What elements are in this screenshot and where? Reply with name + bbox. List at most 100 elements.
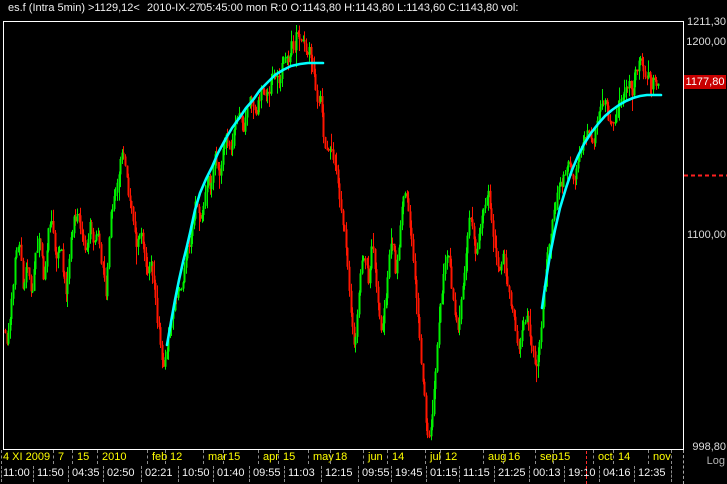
- axis-separator: [33, 466, 34, 482]
- date-tick-label: mar: [208, 451, 227, 463]
- date-tick-label: sep: [540, 451, 558, 463]
- fit-curve: [165, 61, 325, 347]
- current-bar-marker: [586, 451, 587, 484]
- date-tick-label: 14: [392, 451, 405, 463]
- time-tick-label: 09:55: [253, 467, 281, 479]
- date-tick-label: 12: [170, 451, 183, 463]
- bar-date-label: 2010-IX-27: [147, 2, 202, 14]
- axis-separator: [593, 450, 594, 464]
- scale-mode-label: Log: [706, 455, 725, 467]
- date-tick-label: 2010: [102, 451, 127, 463]
- time-tick-label: 01:40: [217, 467, 245, 479]
- axis-separator: [68, 466, 69, 482]
- date-tick-label: 4 XI 2009: [3, 451, 51, 463]
- axis-separator: [564, 466, 565, 482]
- axis-separator: [387, 450, 388, 464]
- axis-separator: [223, 450, 224, 464]
- date-tick-label: 14: [618, 451, 631, 463]
- axis-separator: [529, 466, 530, 482]
- candle-bodies-up: [7, 32, 660, 437]
- date-tick-label: 18: [335, 451, 348, 463]
- axis-separator: [671, 450, 672, 464]
- date-tick-label: nov: [653, 451, 671, 463]
- axis-separator: [103, 466, 104, 482]
- axis-separator: [426, 466, 427, 482]
- axis-separator: [459, 466, 460, 482]
- date-tick-label: 12: [445, 451, 458, 463]
- time-tick-label: 12:35: [638, 467, 666, 479]
- axis-separator: [613, 450, 614, 464]
- axis-separator: [147, 450, 148, 464]
- axis-separator: [213, 466, 214, 482]
- date-tick-label: 15: [228, 451, 241, 463]
- axis-separator: [535, 450, 536, 464]
- axis-separator: [363, 450, 364, 464]
- date-tick-label: jun: [368, 451, 383, 463]
- axis-separator: [440, 450, 441, 464]
- axis-separator: [178, 466, 179, 482]
- axis-separator: [1, 466, 2, 482]
- time-tick-label: 09:55: [362, 467, 390, 479]
- candle-bodies-down: [4, 32, 658, 438]
- axis-separator: [483, 450, 484, 464]
- time-tick-label: 00:13: [533, 467, 561, 479]
- axis-separator: [648, 450, 649, 464]
- time-tick-label: 01:15: [430, 467, 458, 479]
- time-tick-label: 02:50: [107, 467, 135, 479]
- time-tick-label: 11:00: [3, 467, 30, 479]
- axis-separator: [1, 450, 2, 464]
- chart-app-window: es.f (Intra 5min) >1129,12< 2010-IX-27 0…: [0, 0, 727, 484]
- axis-separator: [141, 466, 142, 482]
- axis-separator: [72, 450, 73, 464]
- candle-wicks-up: [8, 25, 659, 441]
- time-tick-label: 04:35: [72, 467, 100, 479]
- axis-separator: [258, 450, 259, 464]
- last-price-tag: 1177,80: [684, 75, 726, 89]
- date-tick-label: 15: [77, 451, 90, 463]
- axis-separator: [599, 466, 600, 482]
- bar-ohlc-info: 05:45:00 mon R:0 O:1143,80 H:1143,80 L:1…: [200, 2, 519, 14]
- axis-separator: [671, 466, 672, 482]
- axis-separator: [425, 450, 426, 464]
- axis-separator: [503, 450, 504, 464]
- axis-separator: [165, 450, 166, 464]
- time-tick-label: 11:50: [37, 467, 64, 479]
- date-tick-label: 15: [283, 451, 296, 463]
- price-tick-label: 1211,30: [687, 16, 726, 28]
- candle-wicks-down: [5, 25, 657, 439]
- time-tick-label: 02:21: [145, 467, 173, 479]
- axis-separator: [358, 466, 359, 482]
- date-tick-label: oct: [598, 451, 613, 463]
- axis-separator: [308, 450, 309, 464]
- symbol-label: es.f (Intra 5min): [8, 2, 86, 14]
- time-tick-label: 19:45: [395, 467, 423, 479]
- axis-separator: [284, 466, 285, 482]
- time-tick-label: 21:25: [498, 467, 526, 479]
- time-tick-label: 19:10: [568, 467, 596, 479]
- axis-separator: [53, 450, 54, 464]
- axis-separator: [249, 466, 250, 482]
- axis-separator: [330, 450, 331, 464]
- time-tick-label: 11:15: [463, 467, 490, 479]
- axis-separator: [97, 450, 98, 464]
- time-tick-label: 11:03: [288, 467, 315, 479]
- price-tick-label: 1100,00: [687, 229, 726, 241]
- axis-separator: [494, 466, 495, 482]
- plot-frame: [3, 21, 684, 450]
- axis-separator: [634, 466, 635, 482]
- date-tick-label: 16: [508, 451, 521, 463]
- price-tick-label: 1200,00: [686, 36, 726, 48]
- fit-curve: [540, 93, 663, 310]
- date-tick-label: 15: [558, 451, 571, 463]
- time-tick-label: 04:16: [603, 467, 631, 479]
- axis-separator: [203, 450, 204, 464]
- axis-separator: [553, 450, 554, 464]
- axis-separator: [391, 466, 392, 482]
- axis-separator: [278, 450, 279, 464]
- quote-header: es.f (Intra 5min) >1129,12< 2010-IX-27 0…: [0, 0, 727, 18]
- date-tick-label: 7: [58, 451, 65, 463]
- axis-separator: [321, 466, 322, 482]
- last-quote-value: >1129,12<: [88, 2, 140, 14]
- price-chart[interactable]: [0, 0, 727, 484]
- time-tick-label: 10:50: [182, 467, 210, 479]
